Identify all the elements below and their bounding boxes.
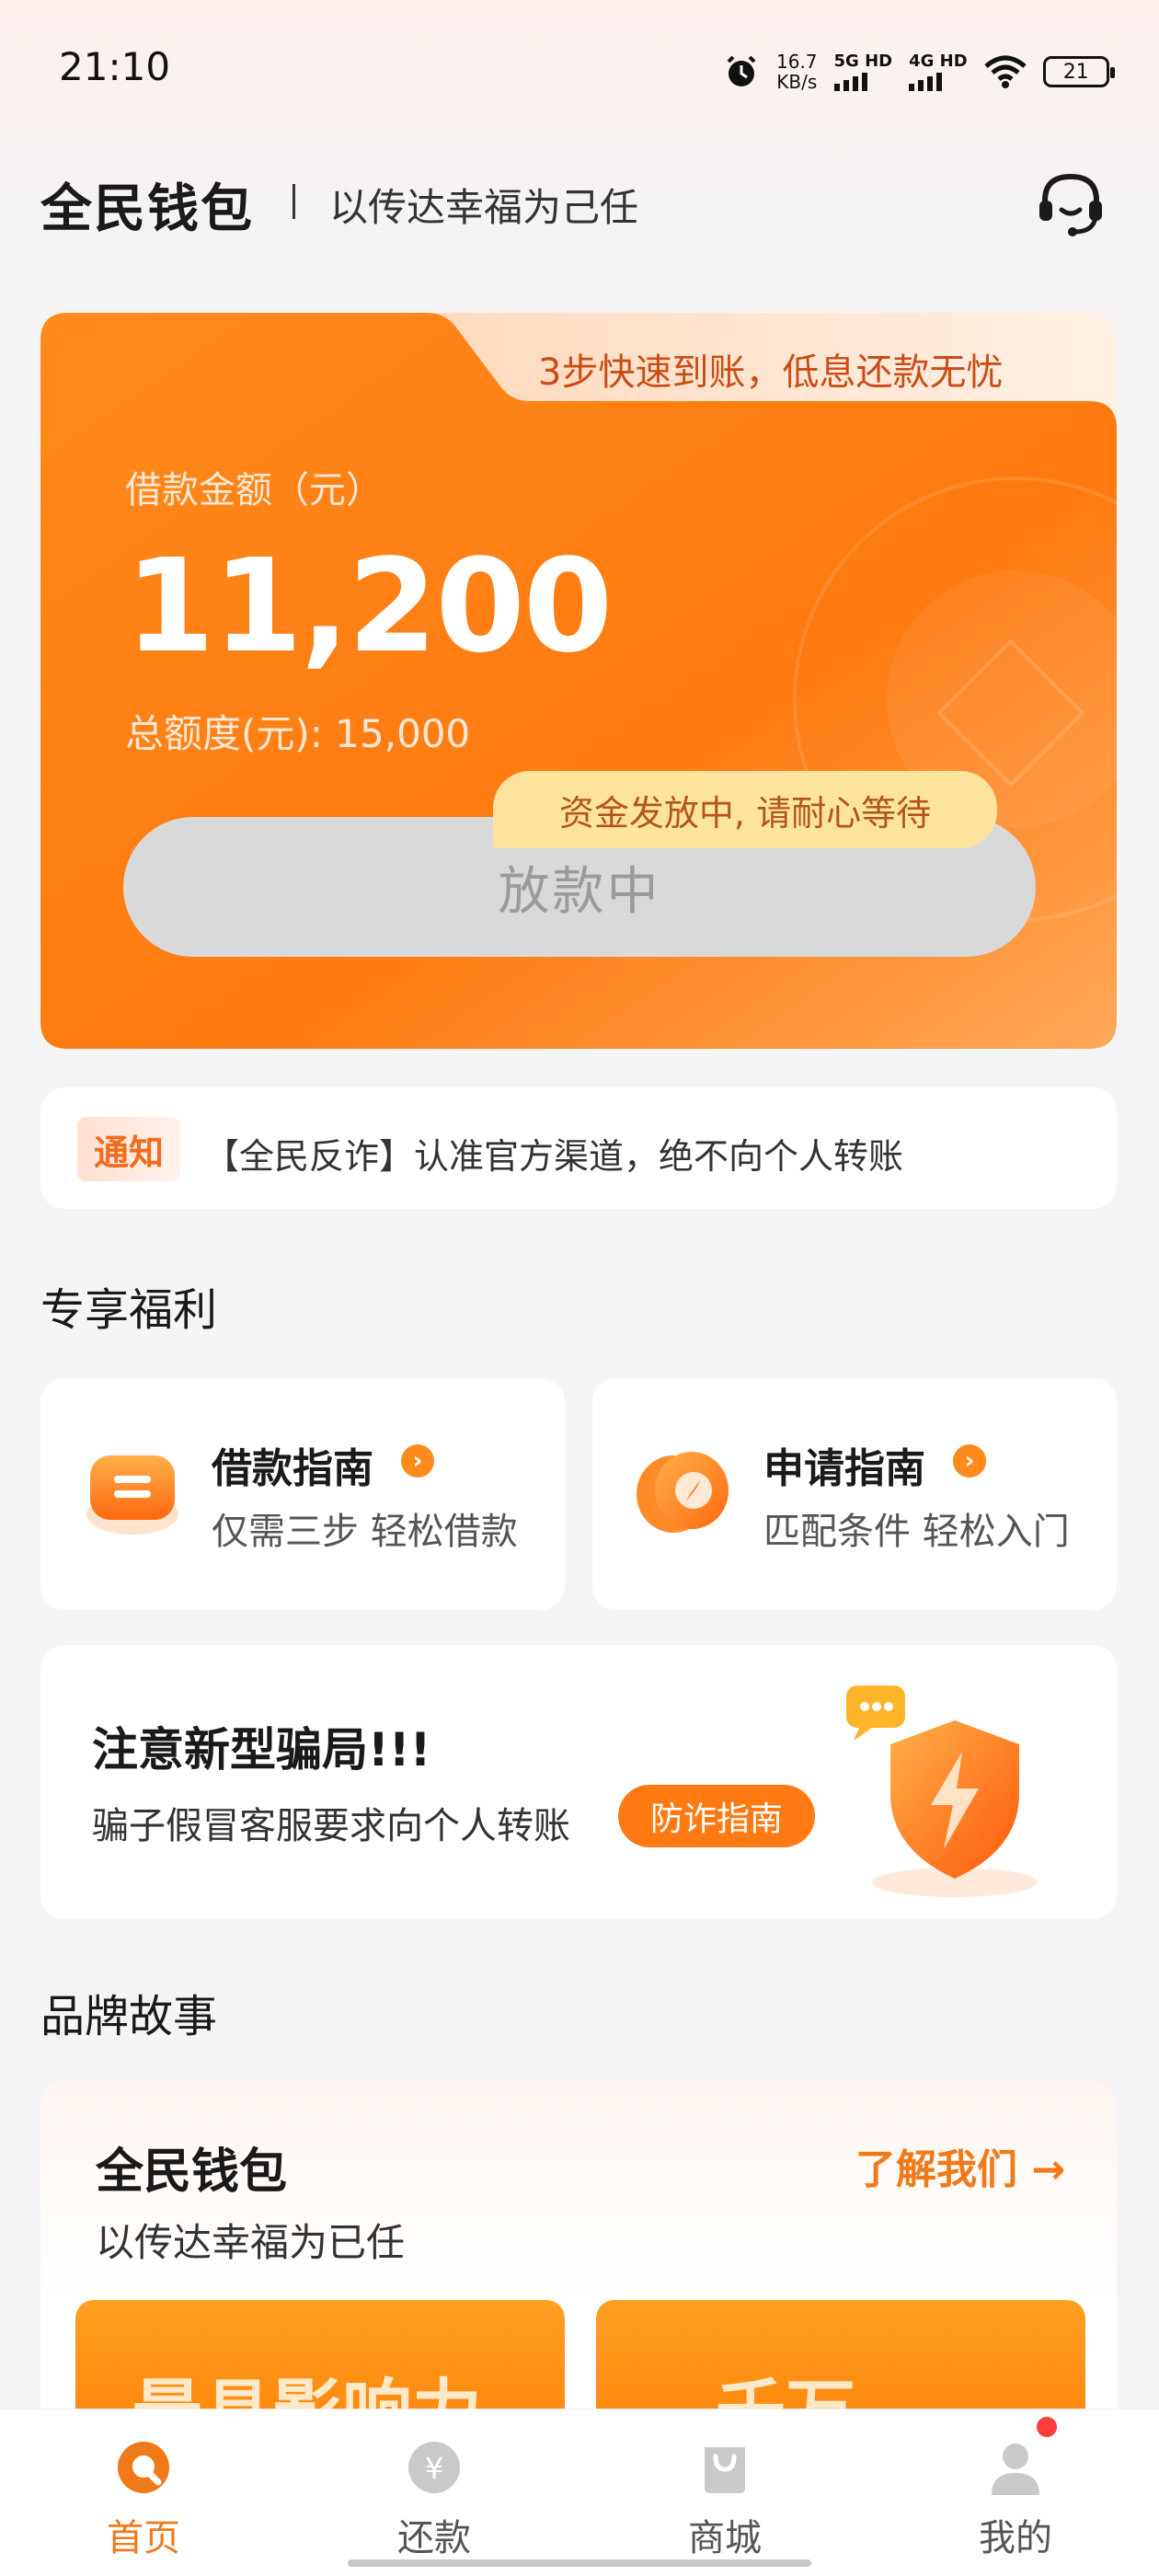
brand-slogan: 以传达幸福为已任: [96, 2220, 406, 2265]
brand-banner-right-text: 千万: [716, 2355, 855, 2410]
fraud-alert-text: 骗子假冒客服要求向个人转账: [92, 1805, 570, 1847]
loan-guide-subtitle: 仅需三步 轻松借款: [212, 1511, 518, 1553]
notification-badge: [1034, 2414, 1060, 2440]
total-quota: 总额度(元): 15,000: [125, 711, 471, 756]
apply-guide-title: 申请指南: [763, 1445, 925, 1492]
nav-repay[interactable]: ¥ 还款: [342, 2438, 526, 2561]
nav-shop-label: 商城: [688, 2517, 762, 2559]
battery-icon: 21: [1042, 56, 1115, 87]
brand-banner-left-text: 最具影响力: [132, 2355, 482, 2410]
home-indicator[interactable]: [348, 2559, 811, 2567]
nav-repay-label: 还款: [397, 2517, 471, 2559]
notice-tag: 通知: [77, 1117, 180, 1181]
alarm-icon: [727, 55, 756, 86]
shop-bag-icon: [705, 2447, 745, 2493]
status-time: 21:10: [59, 44, 171, 89]
title-divider: [293, 184, 295, 219]
nav-shop[interactable]: 商城: [633, 2438, 817, 2561]
promo-tag: 3步快速到账，低息还款无忧: [538, 351, 1004, 394]
brand-banner-left[interactable]: 最具影响力: [75, 2300, 565, 2410]
loan-amount: 11,200: [125, 532, 613, 682]
amount-label: 借款金额（元）: [125, 469, 383, 512]
signal-4g: 4G HD: [909, 52, 968, 91]
brand-name: 全民钱包: [96, 2145, 288, 2200]
nav-home[interactable]: 首页: [52, 2438, 235, 2561]
home-icon: [118, 2442, 169, 2493]
apply-guide-card[interactable]: 申请指南 › 匹配条件 轻松入门: [592, 1378, 1117, 1610]
signal-5g: 5G HD: [833, 52, 893, 91]
net-speed: 16.7 KB/s: [776, 52, 818, 92]
nav-home-label: 首页: [107, 2517, 180, 2559]
battery-level: 21: [1062, 60, 1089, 84]
net-speed-value: 16.7: [776, 51, 818, 73]
wifi-icon: [984, 55, 1027, 88]
header-slogan: 以传达幸福为己任: [329, 185, 639, 230]
svg-text:¥: ¥: [425, 2451, 443, 2486]
loan-guide-title: 借款指南: [212, 1445, 373, 1492]
status-icons: 16.7 KB/s 5G HD 4G HD 21: [723, 46, 1115, 98]
shield-lightning-icon: [846, 1685, 1038, 1897]
nav-mine[interactable]: 我的: [924, 2438, 1107, 2561]
notice-text: 【全民反诈】认准官方渠道，绝不向个人转账: [204, 1136, 904, 1177]
compass-icon: [637, 1452, 729, 1533]
loan-guide-icon: [86, 1455, 178, 1535]
nav-mine-label: 我的: [979, 2517, 1052, 2559]
signal-4g-label: 4G HD: [909, 52, 968, 71]
chevron-right-icon: ›: [953, 1444, 986, 1478]
anti-fraud-guide-button[interactable]: 防诈指南: [618, 1785, 815, 1847]
signal-icon: [833, 71, 867, 91]
disbursing-tip: 资金发放中, 请耐心等待: [493, 771, 997, 848]
signal-icon: [909, 71, 943, 91]
signal-5g-label: 5G HD: [833, 52, 893, 71]
apply-guide-subtitle: 匹配条件 轻松入门: [763, 1511, 1070, 1553]
headset-icon[interactable]: [1034, 167, 1107, 241]
about-us-link[interactable]: 了解我们 →: [855, 2136, 1065, 2195]
fraud-alert-title: 注意新型骗局!!!: [92, 1723, 431, 1777]
profile-icon: [992, 2444, 1039, 2495]
repay-icon: ¥: [408, 2442, 460, 2493]
app-title: 全民钱包: [40, 179, 254, 239]
loan-guide-card[interactable]: 借款指南 › 仅需三步 轻松借款: [40, 1378, 565, 1610]
chevron-right-icon: ›: [401, 1444, 434, 1478]
benefits-title: 专享福利: [40, 1284, 218, 1336]
brand-section-title: 品牌故事: [40, 1991, 218, 2042]
brand-banner-right[interactable]: 千万: [596, 2300, 1085, 2410]
net-speed-unit: KB/s: [776, 71, 818, 93]
